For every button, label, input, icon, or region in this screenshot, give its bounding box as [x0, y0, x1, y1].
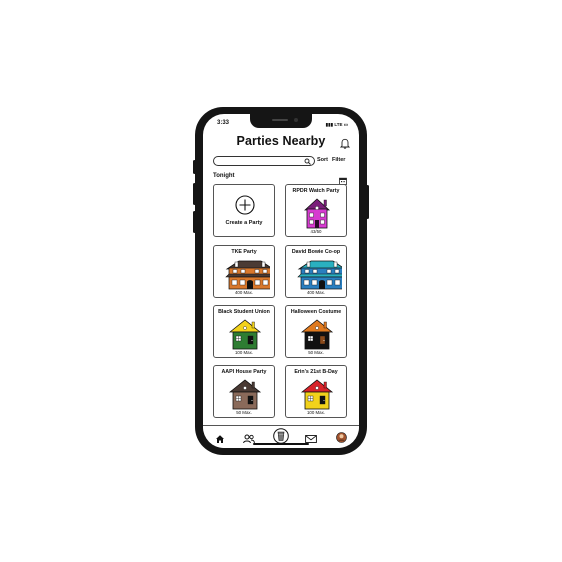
party-name: Black Student Union [218, 309, 270, 315]
party-card[interactable]: Erin's 21st B-Day 100 Max. [285, 365, 347, 418]
party-name: AAPI House Party [221, 369, 267, 375]
party-name: TKE Party [231, 249, 257, 255]
signal-icon: ▮▮▮ [325, 122, 335, 127]
status-time: 3:33 [217, 120, 230, 126]
party-card[interactable]: Black Student Union 100 Max. [213, 305, 275, 358]
sort-button[interactable]: Sort [317, 157, 328, 163]
party-name: Erin's 21st B-Day [294, 369, 338, 375]
party-capacity: 100 Max. [234, 350, 254, 355]
section-label: Tonight [213, 173, 235, 179]
party-capacity: 43/50 [310, 229, 322, 234]
party-capacity: 400 Max. [306, 290, 326, 295]
cup-icon[interactable] [273, 428, 289, 448]
party-name: David Bowie Co-op [291, 249, 341, 255]
party-card[interactable]: AAPI House Party 50 Max. [213, 365, 275, 418]
party-card[interactable]: Halloween Costume 50 Max. [285, 305, 347, 358]
app-screen: 3:33 ▮▮▮ LTE ▭ Parties Nearby Sort Filte… [203, 114, 359, 448]
search-icon [304, 158, 311, 165]
party-capacity: 50 Max. [308, 350, 324, 355]
people-icon[interactable] [243, 431, 255, 448]
party-card[interactable]: TKE Party 400 Max. [213, 245, 275, 298]
battery-icon: ▭ [342, 122, 348, 127]
mail-icon[interactable] [305, 431, 317, 448]
party-card[interactable]: David Bowie Co-op 400 Max. [285, 245, 347, 298]
party-capacity: 50 Max. [236, 410, 252, 415]
plus-icon [235, 195, 255, 215]
bottom-nav [203, 425, 359, 448]
party-name: RPDR Watch Party [292, 188, 340, 194]
house-icon [228, 319, 262, 350]
party-capacity: 100 Max. [306, 410, 326, 415]
home-indicator [253, 443, 309, 445]
house-icon [300, 379, 334, 410]
house-icon [303, 198, 331, 229]
house-icon [228, 379, 262, 410]
page-title: Parties Nearby [236, 134, 326, 148]
party-card[interactable]: RPDR Watch Party 43/50 [285, 184, 347, 237]
home-icon[interactable] [215, 431, 225, 448]
create-party-card[interactable]: Create a Party [213, 184, 275, 237]
status-indicators: ▮▮▮ LTE ▭ [326, 122, 348, 128]
house-icon [297, 260, 342, 290]
house-icon [225, 260, 270, 290]
filter-button[interactable]: Filter [332, 157, 345, 163]
profile-avatar[interactable] [336, 430, 347, 448]
search-input[interactable] [213, 156, 315, 166]
party-name: Halloween Costume [290, 309, 342, 315]
party-capacity: 400 Max. [234, 290, 254, 295]
house-icon [300, 319, 334, 350]
bell-icon[interactable] [339, 136, 351, 154]
notch [250, 114, 312, 128]
create-party-label: Create a Party [225, 220, 263, 226]
